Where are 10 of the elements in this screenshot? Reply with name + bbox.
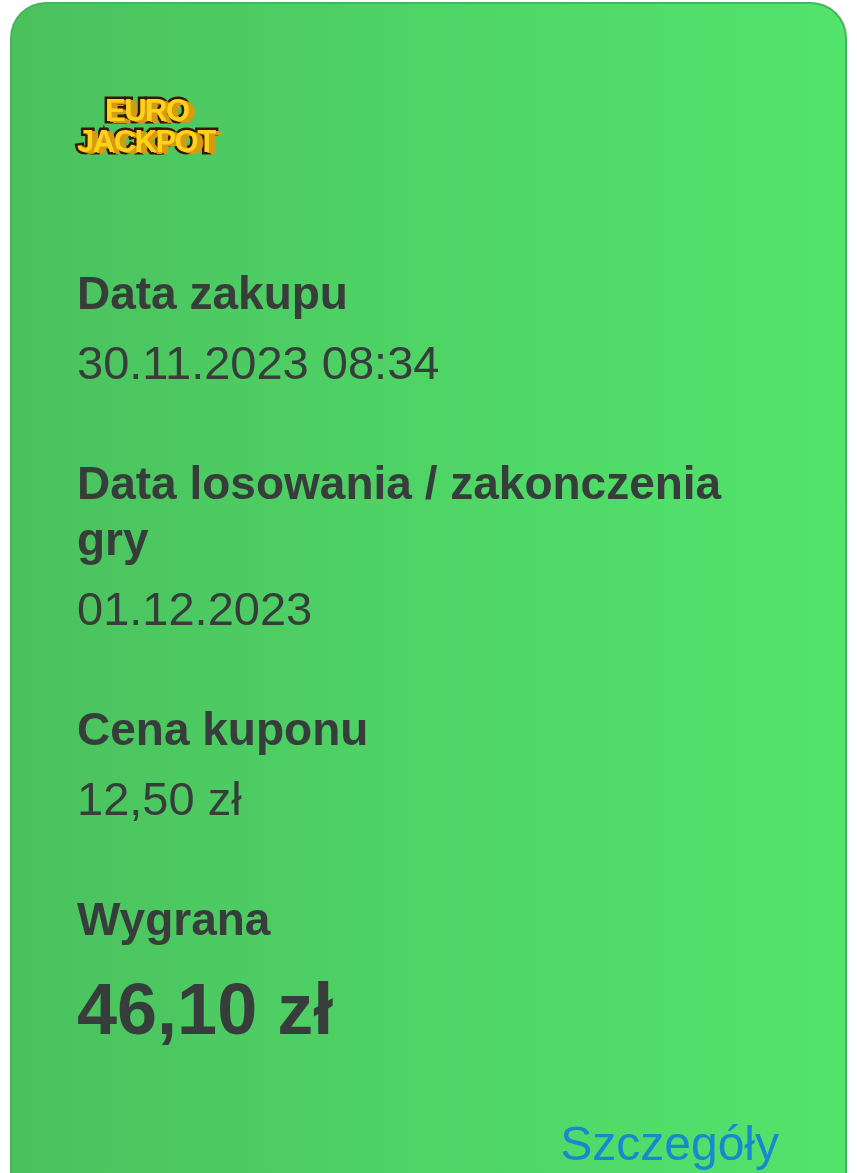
field-value: 12,50 zł — [77, 771, 243, 827]
field-value: 01.12.2023 — [77, 581, 314, 637]
prize-amount: 46,10 zł — [77, 969, 335, 1049]
field-label: Wygrana — [77, 892, 272, 947]
field-label: Cena kuponu — [77, 702, 370, 757]
field-value: 30.11.2023 08:34 — [77, 335, 441, 391]
field-label: Data losowania / zakonczenia gry — [77, 456, 723, 567]
field-label: Data zakupu — [77, 266, 349, 321]
logo-text: JACKPOT — [77, 126, 215, 157]
details-link[interactable]: Szczegóły — [560, 1117, 779, 1171]
